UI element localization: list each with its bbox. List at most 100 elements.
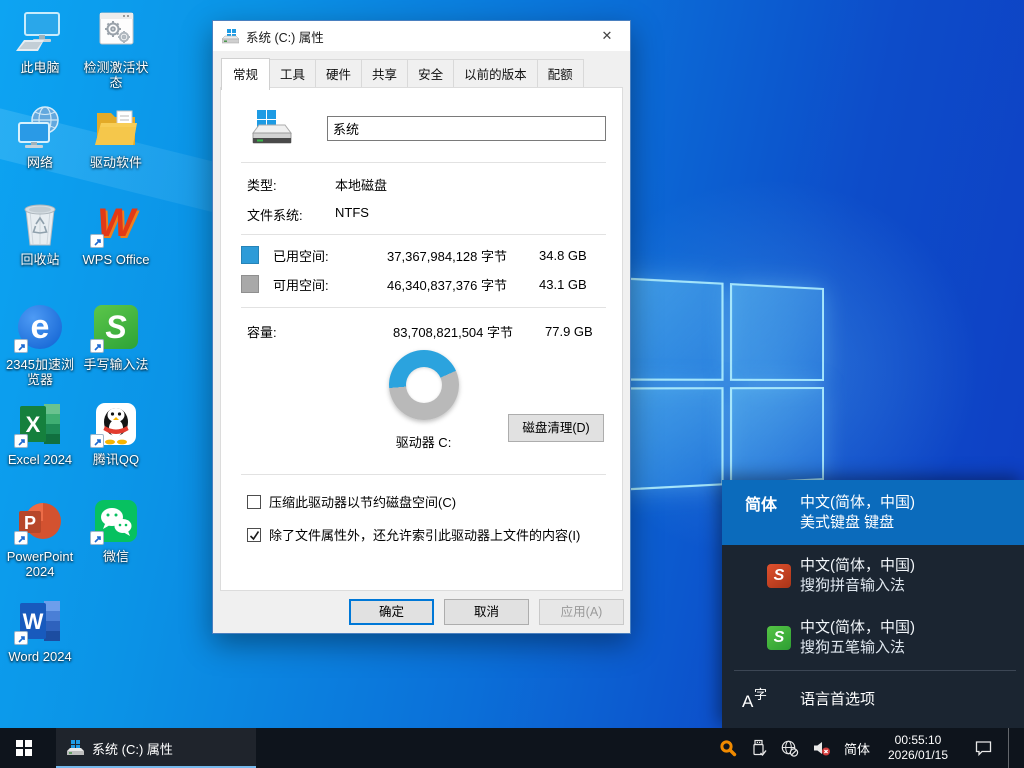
- shortcut-arrow-icon: [90, 434, 104, 448]
- close-icon[interactable]: ✕: [588, 22, 626, 50]
- language-preferences-item[interactable]: A字 语言首选项: [722, 671, 1024, 725]
- windows-logo-pane: [730, 387, 824, 485]
- wps-office-icon: W: [92, 200, 140, 250]
- volume-muted-tray-icon[interactable]: [812, 739, 831, 757]
- tab-general[interactable]: 常规: [221, 58, 270, 90]
- free-space-swatch: [241, 275, 259, 293]
- desktop-icon-powerpoint[interactable]: P PowerPoint 2024: [2, 497, 78, 579]
- network-no-internet-tray-icon[interactable]: [780, 739, 799, 757]
- tab-page-general: 类型: 本地磁盘 文件系统: NTFS 已用空间: 37,367,984,128…: [220, 87, 623, 591]
- tab-tools[interactable]: 工具: [269, 59, 316, 88]
- ime-badge: 简体: [745, 491, 800, 515]
- desktop: 此电脑 检测激活状态: [0, 0, 1024, 768]
- task-button-label: 系统 (C:) 属性: [92, 739, 173, 758]
- show-desktop-button[interactable]: [1008, 728, 1014, 768]
- disk-usage-donut: [389, 350, 459, 420]
- driver-software-icon: [92, 103, 140, 153]
- language-preferences-label: 语言首选项: [800, 688, 875, 709]
- disk-cleanup-button[interactable]: 磁盘清理(D): [508, 414, 604, 442]
- allow-indexing-checkbox[interactable]: [247, 528, 261, 542]
- desktop-icon-activation-check[interactable]: 检测激活状态: [78, 8, 154, 90]
- network-icon: [16, 103, 64, 153]
- ime-item-us-keyboard[interactable]: 简体 中文(简体，中国) 美式键盘 键盘: [722, 480, 1024, 545]
- desktop-icon-wps-office[interactable]: W WPS Office: [78, 200, 154, 267]
- free-space-bytes: 46,340,837,376 字节: [385, 275, 507, 294]
- taskbar: 系统 (C:) 属性 简体 00:55:10 2026/01/15: [0, 728, 1024, 768]
- start-button[interactable]: [0, 728, 48, 768]
- desktop-icon-excel[interactable]: X Excel 2024: [2, 400, 78, 467]
- compress-drive-label: 压缩此驱动器以节约磁盘空间(C): [269, 492, 456, 511]
- filesystem-value: NTFS: [335, 205, 369, 224]
- compress-drive-checkbox[interactable]: [247, 495, 261, 509]
- tab-hardware[interactable]: 硬件: [315, 59, 362, 88]
- desktop-icon-word[interactable]: W Word 2024: [2, 597, 78, 664]
- used-space-swatch: [241, 246, 259, 264]
- tab-sharing[interactable]: 共享: [361, 59, 408, 88]
- activation-check-icon: [92, 8, 140, 58]
- cancel-button[interactable]: 取消: [444, 599, 529, 625]
- word-icon: W: [16, 597, 64, 647]
- divider: [241, 162, 606, 163]
- used-space-label: 已用空间:: [273, 246, 385, 265]
- desktop-icon-handwriting-ime[interactable]: S 手写输入法: [78, 302, 154, 372]
- handwriting-ime-icon: S: [92, 305, 140, 355]
- desktop-icon-driver-software[interactable]: 驱动软件: [78, 103, 154, 170]
- shortcut-arrow-icon: [14, 434, 28, 448]
- type-label: 类型:: [247, 175, 335, 194]
- windows-logo: [619, 277, 824, 491]
- apply-button[interactable]: 应用(A): [539, 599, 624, 625]
- excel-icon: X: [16, 400, 64, 450]
- sogou-pinyin-icon: S: [767, 564, 791, 588]
- desktop-icon-recycle-bin[interactable]: 回收站: [2, 200, 78, 267]
- ime-item-sogou-wubi[interactable]: S 中文(简体，中国) 搜狗五笔输入法: [722, 607, 1024, 669]
- shortcut-arrow-icon: [90, 339, 104, 353]
- taskbar-clock[interactable]: 00:55:10 2026/01/15: [883, 733, 953, 763]
- taskbar-task-properties[interactable]: 系统 (C:) 属性: [56, 728, 256, 768]
- tab-security[interactable]: 安全: [407, 59, 454, 88]
- windows-logo-pane: [619, 387, 724, 491]
- volume-label-input[interactable]: [327, 116, 606, 141]
- action-center-icon[interactable]: [974, 739, 993, 757]
- tray-ime-indicator[interactable]: 简体: [844, 739, 870, 758]
- used-space-bytes: 37,367,984,128 字节: [385, 246, 507, 265]
- divider: [241, 234, 606, 235]
- desktop-icon-wechat[interactable]: 微信: [78, 497, 154, 564]
- drive-icon-large: [245, 108, 293, 148]
- sogou-search-tray-icon[interactable]: [719, 739, 737, 757]
- filesystem-label: 文件系统:: [247, 205, 335, 224]
- shortcut-arrow-icon: [14, 531, 28, 545]
- desktop-icon-qq[interactable]: 腾讯QQ: [78, 400, 154, 467]
- powerpoint-icon: P: [16, 497, 64, 547]
- desktop-icon-network[interactable]: 网络: [2, 103, 78, 170]
- free-space-label: 可用空间:: [273, 275, 385, 294]
- svg-text:X: X: [26, 412, 41, 437]
- language-icon: A字: [742, 684, 776, 712]
- clock-time: 00:55:10: [883, 733, 953, 748]
- divider: [241, 307, 606, 308]
- svg-text:P: P: [24, 513, 36, 533]
- shortcut-arrow-icon: [90, 531, 104, 545]
- desktop-icon-2345-browser[interactable]: e 2345加速浏览器: [2, 302, 78, 387]
- free-space-size: 43.1 GB: [539, 277, 587, 292]
- properties-dialog: 系统 (C:) 属性 ✕ 常规 工具 硬件 共享 安全 以前的版本 配额: [212, 20, 631, 634]
- allow-indexing-label: 除了文件属性外，还允许索引此驱动器上文件的内容(I): [269, 525, 580, 544]
- dialog-titlebar[interactable]: 系统 (C:) 属性 ✕: [213, 21, 630, 51]
- ime-item-sogou-pinyin[interactable]: S 中文(简体，中国) 搜狗拼音输入法: [722, 545, 1024, 607]
- capacity-bytes: 83,708,821,504 字节: [391, 322, 513, 341]
- wechat-icon: [92, 497, 140, 547]
- capacity-label: 容量:: [247, 322, 391, 341]
- tab-quota[interactable]: 配额: [537, 59, 584, 88]
- used-space-size: 34.8 GB: [539, 248, 587, 263]
- shortcut-arrow-icon: [14, 339, 28, 353]
- capacity-size: 77.9 GB: [545, 324, 593, 339]
- drive-icon: [66, 740, 84, 756]
- sogou-wubi-icon: S: [767, 626, 791, 650]
- language-switcher-popup: 简体 中文(简体，中国) 美式键盘 键盘 S 中文(简体，中国) 搜狗拼音输入法…: [722, 480, 1024, 728]
- dialog-footer: 确定 取消 应用(A): [213, 591, 630, 633]
- 2345-browser-icon: e: [16, 305, 64, 355]
- system-tray: 简体 00:55:10 2026/01/15: [719, 728, 1024, 768]
- tab-previous-versions[interactable]: 以前的版本: [453, 59, 538, 88]
- ok-button[interactable]: 确定: [349, 599, 434, 625]
- desktop-icon-this-pc[interactable]: 此电脑: [2, 8, 78, 75]
- usb-device-tray-icon[interactable]: [750, 739, 767, 757]
